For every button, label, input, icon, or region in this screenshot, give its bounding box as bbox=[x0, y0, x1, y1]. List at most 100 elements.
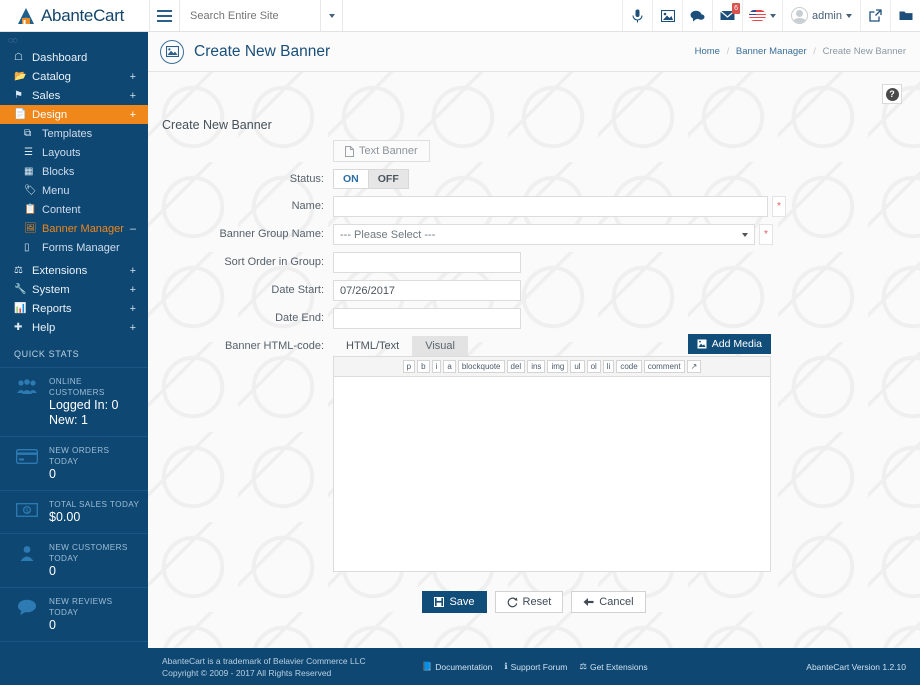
sidebar-item-menu[interactable]: 🏷 Menu bbox=[0, 181, 148, 200]
sidebar-item-design[interactable]: 📄 Design + bbox=[0, 105, 148, 124]
text-banner-control: Text Banner bbox=[333, 140, 430, 162]
sidebar-item-reports[interactable]: 📊 Reports + bbox=[0, 299, 148, 318]
breadcrumb: Home / Banner Manager / Create New Banne… bbox=[695, 46, 906, 57]
sidebar-item-catalog[interactable]: 📂 Catalog + bbox=[0, 67, 148, 86]
expand-indicator: + bbox=[129, 264, 136, 277]
editor-btn-a[interactable]: a bbox=[443, 360, 456, 373]
reset-button[interactable]: Reset bbox=[494, 591, 564, 613]
quick-stat-value: 0 bbox=[49, 618, 56, 632]
breadcrumb-home[interactable]: Home bbox=[695, 46, 720, 57]
add-media-button[interactable]: Add Media bbox=[687, 334, 771, 354]
date-end-control bbox=[333, 308, 521, 329]
user-icon bbox=[14, 542, 40, 564]
microphone-icon[interactable] bbox=[622, 0, 652, 31]
tab-html-text[interactable]: HTML/Text bbox=[333, 336, 412, 356]
sidebar-item-extensions[interactable]: ⚖ Extensions + bbox=[0, 261, 148, 280]
quick-stat-label: ONLINE CUSTOMERS bbox=[49, 377, 105, 397]
date-end-input[interactable] bbox=[333, 308, 521, 329]
text-banner-button[interactable]: Text Banner bbox=[333, 140, 430, 162]
banner-group-required-marker: * bbox=[759, 224, 773, 245]
quick-stat-label: NEW REVIEWS TODAY bbox=[49, 597, 113, 617]
sidebar-collapse-toggle[interactable]: ◌◌ bbox=[0, 32, 148, 48]
cancel-button[interactable]: Cancel bbox=[571, 591, 646, 613]
sidebar-item-label: Catalog bbox=[32, 70, 71, 83]
brand[interactable]: AbanteCart bbox=[0, 0, 150, 31]
form-row-banner-group: Banner Group Name: --- Please Select ---… bbox=[148, 224, 920, 245]
help-bar: ? bbox=[148, 72, 920, 104]
sidebar-item-label: Forms Manager bbox=[42, 241, 120, 254]
search-box bbox=[180, 0, 343, 31]
sidebar-item-label: Menu bbox=[42, 184, 70, 197]
add-media-label: Add Media bbox=[711, 338, 762, 350]
language-selector[interactable] bbox=[742, 0, 782, 31]
editor-btn-ol[interactable]: ol bbox=[586, 360, 601, 373]
quick-stats-title: QUICK STATS bbox=[14, 349, 80, 359]
menu-toggle-icon[interactable] bbox=[150, 0, 180, 31]
editor-btn-img[interactable]: img bbox=[547, 360, 569, 373]
quick-stat-value-2: New: 1 bbox=[49, 413, 88, 427]
sidebar-item-dashboard[interactable]: ☖ Dashboard bbox=[0, 48, 148, 67]
chat-icon[interactable] bbox=[682, 0, 712, 31]
sidebar-item-label: Templates bbox=[42, 127, 93, 140]
editor-btn-b[interactable]: b bbox=[417, 360, 430, 373]
editor-btn-ul[interactable]: ul bbox=[570, 360, 585, 373]
sidebar-item-label: Layouts bbox=[42, 146, 81, 159]
editor-btn-p[interactable]: p bbox=[402, 360, 416, 373]
user-menu[interactable]: admin bbox=[782, 0, 860, 31]
editor-btn-li[interactable]: li bbox=[602, 360, 615, 373]
sidebar-item-templates[interactable]: ⧉ Templates bbox=[0, 124, 148, 143]
sidebar-item-layouts[interactable]: ☰ Layouts bbox=[0, 143, 148, 162]
chevron-down-icon bbox=[770, 13, 777, 18]
status-on-button[interactable]: ON bbox=[334, 170, 368, 188]
html-editor: HTML/Text Visual Add Media p b i a block… bbox=[333, 334, 771, 572]
editor-btn-del[interactable]: del bbox=[506, 360, 526, 373]
editor-btn-blockquote[interactable]: blockquote bbox=[457, 360, 505, 373]
sidebar-item-help[interactable]: ✚ Help + bbox=[0, 318, 148, 337]
status-toggle[interactable]: ON OFF bbox=[333, 169, 409, 189]
form-row-sort-order: Sort Order in Group: bbox=[148, 252, 920, 273]
sidebar-item-sales[interactable]: ⚑ Sales + bbox=[0, 86, 148, 105]
search-input[interactable] bbox=[180, 0, 320, 31]
chart-icon: 📊 bbox=[14, 303, 27, 314]
banner-group-select[interactable]: --- Please Select --- bbox=[333, 224, 755, 245]
date-start-input[interactable] bbox=[333, 280, 521, 301]
save-button[interactable]: Save bbox=[422, 591, 487, 613]
sort-order-input[interactable] bbox=[333, 252, 521, 273]
users-icon bbox=[14, 376, 40, 398]
external-link-icon[interactable] bbox=[860, 0, 890, 31]
sidebar-item-banner-manager[interactable]: 🖼 Banner Manager – bbox=[0, 219, 148, 238]
sidebar-item-forms-manager[interactable]: ▯ Forms Manager bbox=[0, 238, 148, 257]
list-icon: ☰ bbox=[24, 147, 33, 158]
form-actions: Save Reset Cancel bbox=[148, 579, 920, 613]
expand-icon[interactable]: ↗ bbox=[686, 360, 702, 373]
sidebar-item-blocks[interactable]: ▦ Blocks bbox=[0, 162, 148, 181]
th-large-icon: ▯ bbox=[24, 242, 30, 253]
folder-icon[interactable] bbox=[890, 0, 920, 31]
picture-frame-icon bbox=[160, 39, 184, 64]
breadcrumb-banner-manager[interactable]: Banner Manager bbox=[736, 46, 807, 57]
search-dropdown-icon[interactable] bbox=[320, 0, 342, 31]
footer-link-support-forum[interactable]: ℹ Support Forum bbox=[504, 661, 567, 672]
tag-icon: 🏷 bbox=[24, 185, 37, 196]
banner-group-label: Banner Group Name: bbox=[219, 228, 324, 240]
footer-link-get-extensions[interactable]: ⚖ Get Extensions bbox=[579, 661, 647, 672]
mail-badge: 6 bbox=[732, 3, 741, 14]
editor-btn-i[interactable]: i bbox=[431, 360, 442, 373]
help-button[interactable]: ? bbox=[882, 84, 902, 104]
mail-icon[interactable]: 6 bbox=[712, 0, 742, 31]
editor-btn-ins[interactable]: ins bbox=[527, 360, 546, 373]
name-input[interactable] bbox=[333, 196, 768, 217]
editor-btn-code[interactable]: code bbox=[616, 360, 642, 373]
footer-version: AbanteCart Version 1.2.10 bbox=[806, 661, 906, 672]
quick-stat-value: 0 bbox=[49, 564, 56, 578]
sidebar-item-content[interactable]: 📋 Content bbox=[0, 200, 148, 219]
footer-link-documentation[interactable]: 📘 Documentation bbox=[422, 661, 493, 672]
editor-btn-comment[interactable]: comment bbox=[643, 360, 685, 373]
date-start-label: Date Start: bbox=[271, 284, 324, 296]
tab-visual[interactable]: Visual bbox=[412, 336, 468, 356]
banner-html-textarea[interactable] bbox=[333, 376, 771, 572]
status-off-button[interactable]: OFF bbox=[367, 170, 408, 188]
footer-legal: AbanteCart is a trademark of Belavier Co… bbox=[162, 655, 366, 679]
sidebar-item-system[interactable]: 🔧 System + bbox=[0, 280, 148, 299]
image-icon[interactable] bbox=[652, 0, 682, 31]
